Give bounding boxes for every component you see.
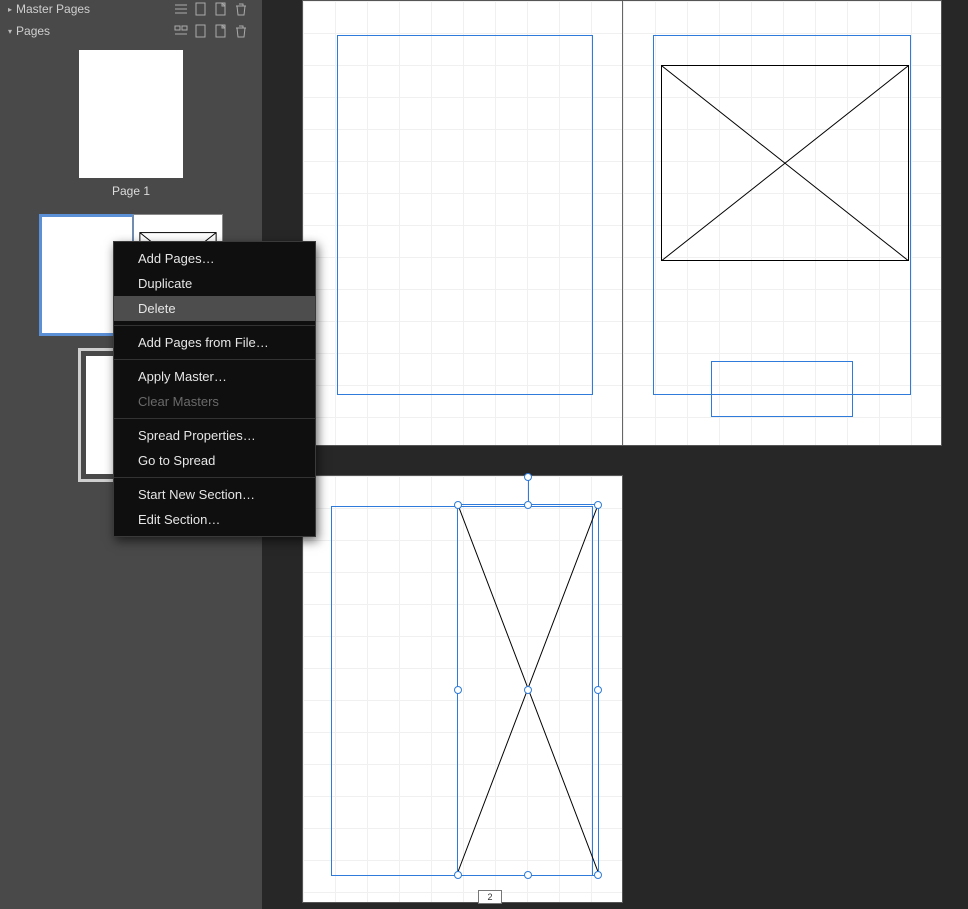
- menu-separator: [114, 418, 315, 419]
- menu-item-add-pages[interactable]: Add Pages…: [114, 246, 315, 271]
- selection-handle-e[interactable]: [594, 686, 602, 694]
- disclosure-triangle-icon: ▾: [8, 27, 12, 36]
- pages-panel: ▸ Master Pages ▾ Pages: [0, 0, 262, 909]
- menu-item-start-new-section[interactable]: Start New Section…: [114, 482, 315, 507]
- selected-picture-frame[interactable]: [457, 504, 599, 876]
- menu-item-add-pages-from-file[interactable]: Add Pages from File…: [114, 330, 315, 355]
- menu-separator: [114, 477, 315, 478]
- spread-1[interactable]: [302, 0, 942, 446]
- page-thumb-1-preview: [79, 50, 183, 178]
- menu-item-clear-masters: Clear Masters: [114, 389, 315, 414]
- master-pages-header[interactable]: ▸ Master Pages: [0, 0, 262, 18]
- new-page-icon-2[interactable]: [214, 2, 228, 16]
- new-page-icon[interactable]: [194, 2, 208, 16]
- spread-spine: [622, 1, 623, 445]
- selection-handle-ne[interactable]: [594, 501, 602, 509]
- page-thumb-1[interactable]: Page 1: [79, 50, 183, 198]
- options-icon[interactable]: [174, 2, 188, 16]
- menu-separator: [114, 325, 315, 326]
- master-pages-label: Master Pages: [16, 2, 90, 16]
- document-canvas[interactable]: 2: [262, 0, 968, 909]
- selection-handle-n[interactable]: [524, 501, 532, 509]
- small-frame[interactable]: [711, 361, 853, 417]
- new-page-icon[interactable]: [194, 24, 208, 38]
- pages-label: Pages: [16, 24, 50, 38]
- context-menu: Add Pages…DuplicateDelete Add Pages from …: [113, 241, 316, 537]
- menu-item-apply-master[interactable]: Apply Master…: [114, 364, 315, 389]
- selection-handle-sw[interactable]: [454, 871, 462, 879]
- selection-handle-w[interactable]: [454, 686, 462, 694]
- menu-item-delete[interactable]: Delete: [114, 296, 315, 321]
- menu-item-spread-properties[interactable]: Spread Properties…: [114, 423, 315, 448]
- selection-handle-s[interactable]: [524, 871, 532, 879]
- selection-handle-nw[interactable]: [454, 501, 462, 509]
- pages-header[interactable]: ▾ Pages: [0, 22, 262, 40]
- left-page-margin: [337, 35, 593, 395]
- new-page-icon-2[interactable]: [214, 24, 228, 38]
- master-pages-toolbar: [174, 2, 254, 16]
- options-icon[interactable]: [174, 24, 188, 38]
- menu-separator: [114, 359, 315, 360]
- trash-icon[interactable]: [234, 24, 248, 38]
- rotation-handle[interactable]: [524, 473, 532, 481]
- menu-item-duplicate[interactable]: Duplicate: [114, 271, 315, 296]
- selection-handle-center[interactable]: [524, 686, 532, 694]
- trash-icon[interactable]: [234, 2, 248, 16]
- page-number-tab: 2: [478, 890, 502, 904]
- menu-item-go-to-spread[interactable]: Go to Spread: [114, 448, 315, 473]
- spread-2[interactable]: 2: [302, 475, 623, 903]
- picture-frame-top[interactable]: [661, 65, 909, 261]
- page-thumb-1-label: Page 1: [112, 184, 150, 198]
- pages-toolbar: [174, 24, 254, 38]
- selection-handle-se[interactable]: [594, 871, 602, 879]
- menu-item-edit-section[interactable]: Edit Section…: [114, 507, 315, 532]
- disclosure-triangle-icon: ▸: [8, 5, 12, 14]
